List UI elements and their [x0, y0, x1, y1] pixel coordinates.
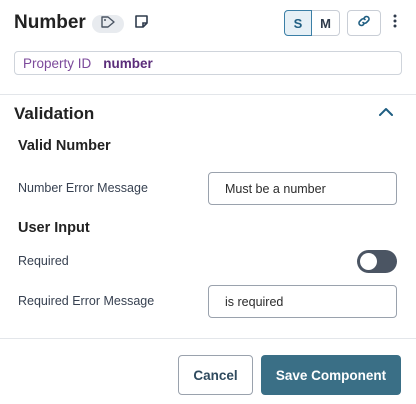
tag-icon: [101, 15, 115, 33]
required-error-message-input[interactable]: [208, 285, 397, 318]
number-error-message-label: Number Error Message: [18, 181, 148, 195]
header-divider: [0, 94, 416, 95]
component-title: Number: [14, 12, 86, 33]
required-toggle[interactable]: [357, 250, 397, 273]
footer-divider: [0, 338, 416, 339]
size-toggle-group: S M: [284, 10, 340, 36]
kebab-icon: [393, 14, 397, 33]
tag-button[interactable]: [92, 15, 124, 33]
property-id-value: number: [103, 55, 153, 71]
number-error-message-input[interactable]: [208, 172, 397, 205]
note-button[interactable]: [132, 15, 150, 33]
required-label: Required: [18, 254, 69, 268]
required-error-message-label: Required Error Message: [18, 294, 155, 308]
link-button[interactable]: [347, 10, 381, 36]
size-small-button[interactable]: S: [284, 10, 312, 36]
user-input-heading: User Input: [18, 220, 90, 236]
save-component-button[interactable]: Save Component: [261, 355, 401, 395]
valid-number-heading: Valid Number: [18, 138, 111, 154]
cancel-button[interactable]: Cancel: [178, 355, 253, 395]
component-header: Number S M: [14, 10, 406, 38]
property-id-label: Property ID: [23, 55, 92, 71]
required-toggle-knob: [360, 253, 377, 270]
more-options-button[interactable]: [388, 10, 402, 36]
note-icon: [134, 14, 149, 34]
link-icon: [357, 14, 371, 33]
property-id-field[interactable]: Property ID number: [14, 51, 402, 75]
size-medium-button[interactable]: M: [312, 10, 340, 36]
chevron-up-icon: [378, 104, 394, 122]
validation-collapse-button[interactable]: [376, 104, 396, 122]
validation-section-title: Validation: [14, 104, 95, 123]
